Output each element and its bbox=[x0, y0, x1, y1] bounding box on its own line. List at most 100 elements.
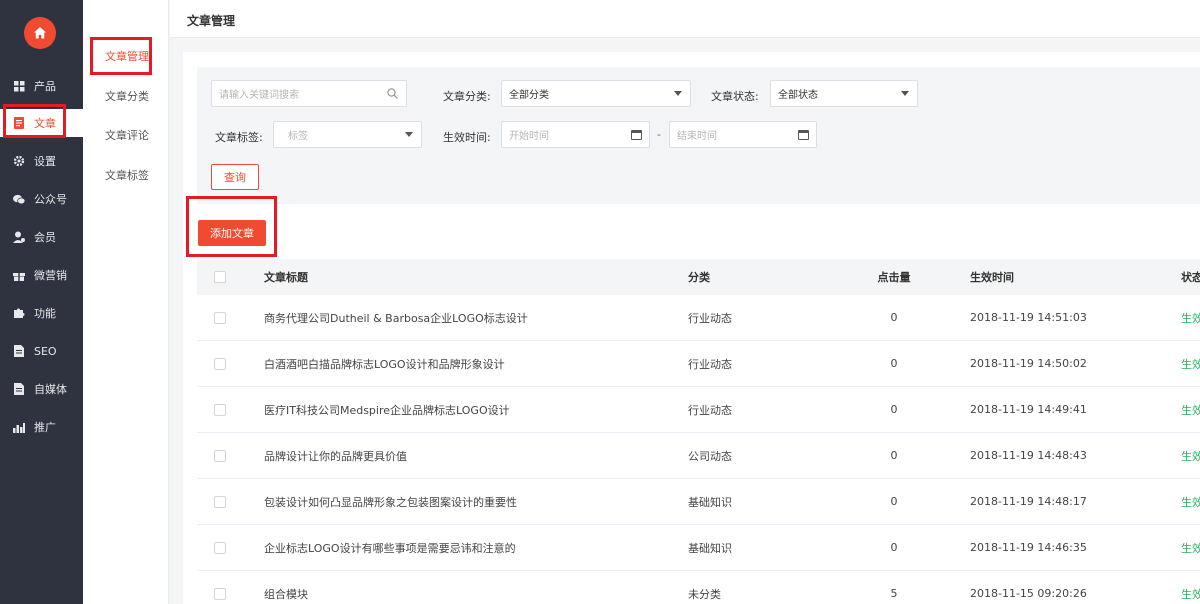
row-title-link[interactable]: 医疗IT科技公司Medspire企业品牌标志LOGO设计 bbox=[264, 387, 510, 432]
row-clicks: 0 bbox=[890, 357, 898, 370]
row-category: 公司动态 bbox=[688, 449, 732, 463]
column-header-title[interactable]: 文章标题 bbox=[264, 259, 308, 295]
row-clicks: 5 bbox=[890, 587, 898, 600]
row-title-link[interactable]: 品牌设计让你的品牌更具价值 bbox=[264, 433, 407, 478]
sidebar-item-label: 设置 bbox=[34, 155, 56, 168]
calendar-icon bbox=[798, 130, 809, 140]
end-date-input[interactable]: 结束时间 bbox=[669, 121, 817, 148]
start-date-input[interactable]: 开始时间 bbox=[501, 121, 650, 148]
sidebar-item-label: 会员 bbox=[34, 231, 56, 244]
row-category: 未分类 bbox=[688, 587, 721, 601]
sidebar-item-media[interactable]: 自媒体 bbox=[0, 375, 83, 403]
annotation-highlight-box bbox=[90, 37, 152, 75]
row-checkbox[interactable] bbox=[214, 450, 226, 462]
status-select-value: 全部状态 bbox=[778, 90, 818, 101]
sidebar-item-features[interactable]: 功能 bbox=[0, 299, 83, 327]
column-header-status[interactable]: 状态 bbox=[1181, 259, 1200, 295]
subnav-item-article-categories[interactable]: 文章分类 bbox=[83, 87, 169, 107]
select-all-checkbox[interactable] bbox=[214, 271, 226, 283]
status-filter-label: 文章状态: bbox=[711, 90, 759, 103]
home-icon[interactable] bbox=[24, 17, 56, 49]
page-header: 文章管理 bbox=[170, 0, 1200, 38]
annotation-highlight-box bbox=[3, 104, 66, 138]
row-status: 生效 bbox=[1181, 587, 1200, 601]
wechat-icon bbox=[13, 193, 25, 205]
gear-icon bbox=[13, 155, 25, 167]
row-category: 行业动态 bbox=[688, 311, 732, 325]
sidebar-item-label: 产品 bbox=[34, 80, 56, 93]
sidebar-item-wechat[interactable]: 公众号 bbox=[0, 185, 83, 213]
grid-icon bbox=[13, 80, 25, 92]
sidebar-item-products[interactable]: 产品 bbox=[0, 72, 83, 100]
row-checkbox[interactable] bbox=[214, 358, 226, 370]
row-status: 生效 bbox=[1181, 449, 1200, 463]
member-icon bbox=[13, 231, 25, 243]
chevron-down-icon bbox=[674, 91, 682, 96]
table-row: 包装设计如何凸显品牌形象之包装图案设计的重要性 基础知识 0 2018-11-1… bbox=[197, 479, 1200, 525]
row-title-link[interactable]: 包装设计如何凸显品牌形象之包装图案设计的重要性 bbox=[264, 479, 517, 524]
sidebar-item-label: 自媒体 bbox=[34, 383, 67, 396]
row-time: 2018-11-15 09:20:26 bbox=[970, 587, 1087, 600]
row-checkbox[interactable] bbox=[214, 312, 226, 324]
row-time: 2018-11-19 14:46:35 bbox=[970, 541, 1087, 554]
subnav-item-article-tags[interactable]: 文章标签 bbox=[83, 166, 169, 186]
table-row: 品牌设计让你的品牌更具价值 公司动态 0 2018-11-19 14:48:43… bbox=[197, 433, 1200, 479]
row-time: 2018-11-19 14:48:17 bbox=[970, 495, 1087, 508]
chevron-down-icon bbox=[901, 91, 909, 96]
row-time: 2018-11-19 14:50:02 bbox=[970, 357, 1087, 370]
row-checkbox[interactable] bbox=[214, 588, 226, 600]
category-select[interactable]: 全部分类 bbox=[501, 80, 691, 107]
subnav-item-article-comments[interactable]: 文章评论 bbox=[83, 126, 169, 146]
sidebar-item-promotion[interactable]: 推广 bbox=[0, 413, 83, 441]
row-category: 基础知识 bbox=[688, 541, 732, 555]
row-clicks: 0 bbox=[890, 449, 898, 462]
row-clicks: 0 bbox=[890, 403, 898, 416]
search-icon[interactable] bbox=[387, 88, 398, 99]
row-title-link[interactable]: 企业标志LOGO设计有哪些事项是需要忌讳和注意的 bbox=[264, 525, 516, 570]
row-clicks: 0 bbox=[890, 311, 898, 324]
category-select-value: 全部分类 bbox=[509, 90, 549, 101]
annotation-highlight-box bbox=[186, 196, 277, 257]
column-header-clicks[interactable]: 点击量 bbox=[877, 259, 911, 295]
sidebar-item-marketing[interactable]: 微营销 bbox=[0, 261, 83, 289]
sidebar-item-members[interactable]: 会员 bbox=[0, 223, 83, 251]
calendar-icon bbox=[631, 130, 642, 140]
sidebar-item-label: 公众号 bbox=[34, 193, 67, 206]
tag-select[interactable]: 标签 bbox=[273, 121, 422, 148]
row-checkbox[interactable] bbox=[214, 542, 226, 554]
page-title: 文章管理 bbox=[187, 14, 236, 28]
file-icon bbox=[13, 345, 25, 357]
row-title-link[interactable]: 白酒酒吧白描品牌标志LOGO设计和品牌形象设计 bbox=[264, 341, 505, 386]
main-content: 请输入关键词搜索 文章分类: 全部分类 文章状态: 全部状态 文章标签: 标签 … bbox=[183, 52, 1200, 604]
row-category: 基础知识 bbox=[688, 495, 732, 509]
row-title-link[interactable]: 组合模块 bbox=[264, 571, 308, 604]
row-title-link[interactable]: 商务代理公司Dutheil & Barbosa企业LOGO标志设计 bbox=[264, 295, 528, 340]
gift-icon bbox=[13, 269, 25, 281]
table-row: 企业标志LOGO设计有哪些事项是需要忌讳和注意的 基础知识 0 2018-11-… bbox=[197, 525, 1200, 571]
row-category: 行业动态 bbox=[688, 403, 732, 417]
file-icon bbox=[13, 383, 25, 395]
row-time: 2018-11-19 14:49:41 bbox=[970, 403, 1087, 416]
sidebar-item-seo[interactable]: SEO bbox=[0, 337, 83, 365]
sidebar-item-label: 微营销 bbox=[34, 269, 67, 282]
row-checkbox[interactable] bbox=[214, 496, 226, 508]
row-clicks: 0 bbox=[890, 541, 898, 554]
category-filter-label: 文章分类: bbox=[443, 90, 491, 103]
start-date-placeholder: 开始时间 bbox=[509, 131, 549, 142]
table-row: 组合模块 未分类 5 2018-11-15 09:20:26 生效 bbox=[197, 571, 1200, 604]
row-clicks: 0 bbox=[890, 495, 898, 508]
query-button[interactable]: 查询 bbox=[211, 164, 259, 190]
bar-chart-icon bbox=[13, 421, 25, 433]
column-header-category[interactable]: 分类 bbox=[688, 259, 710, 295]
search-input[interactable]: 请输入关键词搜索 bbox=[211, 80, 407, 107]
row-checkbox[interactable] bbox=[214, 404, 226, 416]
sidebar-item-settings[interactable]: 设置 bbox=[0, 147, 83, 175]
table-row: 商务代理公司Dutheil & Barbosa企业LOGO标志设计 行业动态 0… bbox=[197, 295, 1200, 341]
row-status: 生效 bbox=[1181, 311, 1200, 325]
row-time: 2018-11-19 14:51:03 bbox=[970, 311, 1087, 324]
column-header-time[interactable]: 生效时间 bbox=[970, 259, 1014, 295]
main-sidebar: 产品 文章 设置 公众号 会员 微营销 功能 SEO 自媒体 推广 bbox=[0, 0, 83, 604]
status-select[interactable]: 全部状态 bbox=[770, 80, 918, 107]
table-header: 文章标题 分类 点击量 生效时间 状态 bbox=[197, 259, 1200, 295]
row-status: 生效 bbox=[1181, 541, 1200, 555]
